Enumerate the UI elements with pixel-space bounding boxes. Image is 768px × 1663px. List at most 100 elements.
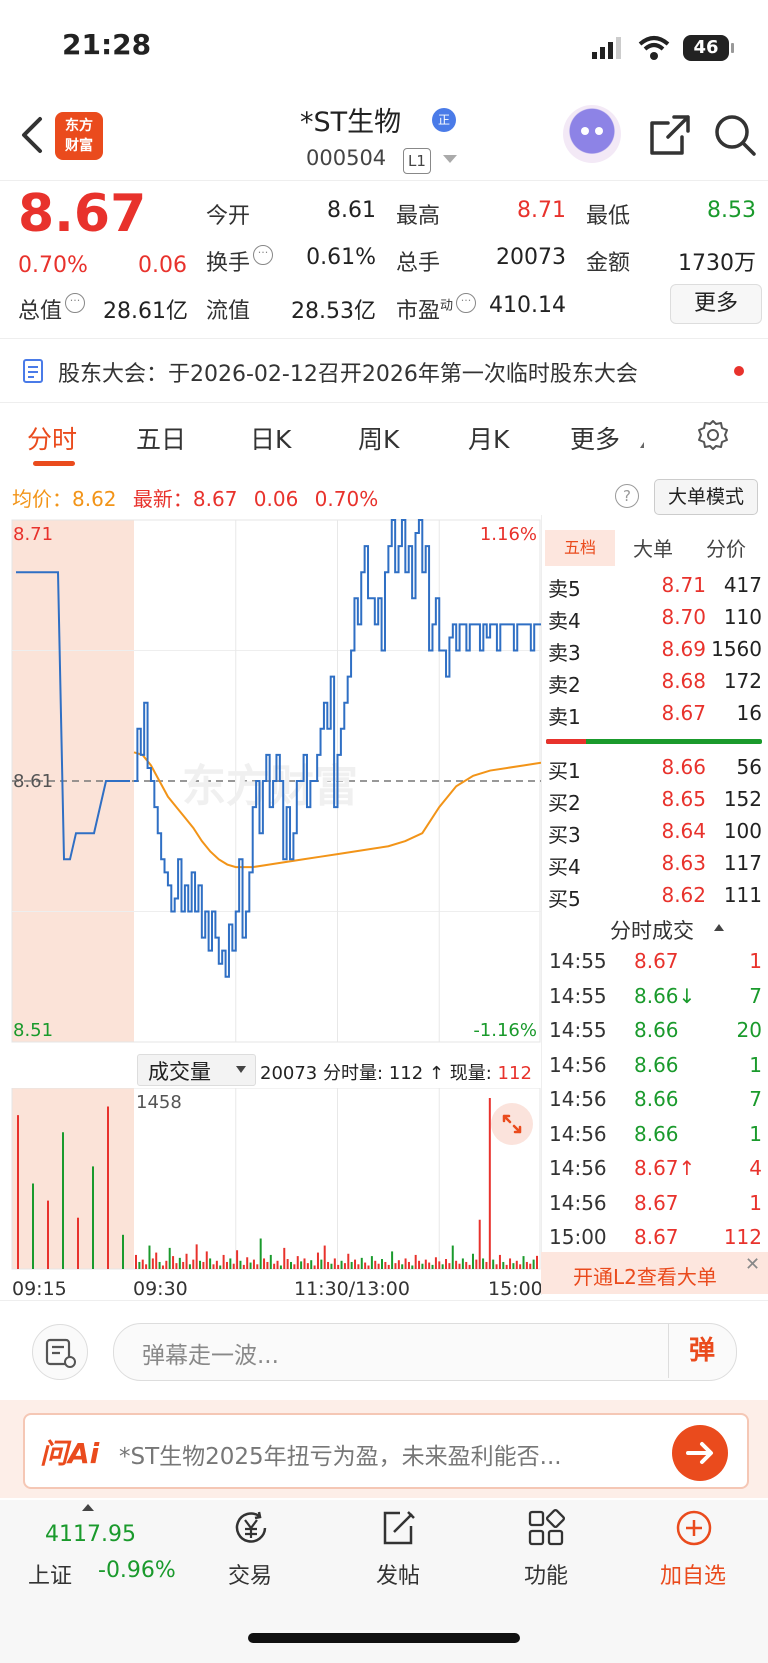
low-label: 最低 — [586, 204, 631, 229]
index-change[interactable]: -0.96% — [98, 1558, 176, 1583]
bid-price: 8.62 — [661, 883, 706, 907]
chevron-down-icon — [636, 442, 644, 448]
tab-five-day[interactable]: 五日 — [136, 420, 186, 456]
share-icon[interactable] — [648, 113, 692, 157]
tick-volume: 7 — [749, 983, 762, 1008]
low-value: 8.53 — [707, 198, 756, 223]
chevron-up-icon[interactable] — [82, 1504, 94, 1511]
index-value[interactable]: 4117.95 — [45, 1522, 136, 1547]
nav-post[interactable]: 发帖 — [353, 1558, 443, 1590]
time-label-1500: 15:00 — [488, 1278, 543, 1300]
ask-price: 8.69 — [661, 637, 706, 661]
volume-info: 20073 分时量: 112 ↑ 现量: 112 — [260, 1063, 532, 1084]
bid-volume: 100 — [723, 819, 762, 843]
divider — [0, 1300, 768, 1301]
chevron-up-icon[interactable] — [714, 924, 724, 931]
tab-intraday[interactable]: 分时 — [27, 420, 77, 456]
tick-time: 14:56 — [549, 1087, 607, 1111]
y-mid-label: 8.61 — [13, 771, 53, 792]
bid-volume: 56 — [736, 755, 762, 779]
bid-price: 8.64 — [661, 819, 706, 843]
danmu-list-icon[interactable] — [32, 1324, 88, 1380]
amount-value: 1730万 — [678, 251, 756, 276]
robot-assistant-icon[interactable] — [563, 105, 621, 163]
current-price: 8.67 — [18, 184, 147, 244]
ask-volume: 1560 — [711, 637, 762, 661]
ticks-title[interactable]: 分时成交 — [610, 915, 694, 945]
eastmoney-logo[interactable]: 东方 财富 — [55, 112, 103, 160]
tick-volume: 112 — [723, 1225, 762, 1249]
tick-time: 14:56 — [549, 1052, 607, 1077]
chevron-down-icon[interactable] — [443, 155, 457, 163]
nav-add-watchlist[interactable]: 加自选 — [648, 1558, 738, 1590]
unread-dot — [734, 366, 744, 376]
volume-chart: 1458 — [11, 1088, 541, 1270]
nav-functions[interactable]: 功能 — [501, 1558, 591, 1590]
tab-weekly-k[interactable]: 周K — [358, 420, 399, 456]
divider — [0, 180, 768, 181]
tab-daily-k[interactable]: 日K — [250, 420, 291, 456]
expand-icon[interactable] — [491, 1103, 533, 1145]
chevron-down-icon[interactable] — [236, 1066, 246, 1073]
change-percent: 0.70% — [18, 253, 88, 278]
edit-icon[interactable] — [378, 1508, 418, 1548]
ask-price: 8.67 — [661, 701, 706, 725]
tab-big-orders[interactable]: 大单 — [633, 533, 673, 562]
close-icon[interactable]: ✕ — [745, 1254, 760, 1275]
bid-label: 买5 — [548, 887, 581, 911]
l2-banner-text[interactable]: 开通L2查看大单 — [573, 1261, 717, 1290]
more-dots-icon: ··· — [65, 293, 86, 313]
nav-trade[interactable]: 交易 — [205, 1558, 295, 1590]
intraday-chart[interactable]: 东方财富8.718.618.511.16%-1.16% — [0, 518, 541, 1050]
grid-icon[interactable] — [526, 1508, 566, 1548]
high-value: 8.71 — [517, 198, 566, 223]
search-icon[interactable] — [712, 112, 758, 158]
tab-monthly-k[interactable]: 月K — [468, 420, 509, 456]
document-icon — [23, 359, 43, 383]
amount-label: 金额 — [586, 251, 631, 276]
tick-volume: 1 — [749, 1052, 762, 1077]
stock-title: *ST生物 — [300, 107, 402, 138]
plus-circle-icon[interactable] — [674, 1508, 714, 1548]
ask-price: 8.68 — [661, 669, 706, 693]
arrow-right-icon[interactable] — [672, 1425, 728, 1481]
ask-volume: 110 — [723, 605, 762, 629]
gear-icon[interactable] — [697, 419, 729, 451]
verified-badge: 正 — [432, 108, 456, 132]
float-cap-value: 28.53亿 — [291, 299, 376, 324]
tick-time: 14:55 — [549, 1018, 607, 1042]
divider — [0, 402, 768, 403]
change-amount: 0.06 — [138, 253, 187, 278]
auction-shade — [12, 1088, 134, 1269]
tab-order-book[interactable]: 五档 — [545, 530, 615, 566]
index-name[interactable]: 上证 — [28, 1558, 72, 1590]
yen-icon[interactable] — [231, 1508, 271, 1548]
home-indicator — [248, 1633, 520, 1643]
tick-time: 14:56 — [549, 1156, 607, 1180]
tick-time: 14:56 — [549, 1190, 607, 1215]
ask-price: 8.71 — [661, 573, 706, 597]
volume-value: 20073 — [496, 245, 566, 270]
turnover-value: 0.61% — [306, 245, 376, 270]
float-cap-label: 流值 — [206, 299, 251, 324]
ai-question-text[interactable]: *ST生物2025年扭亏为盈，未来盈利能否... — [119, 1437, 649, 1471]
danmu-placeholder[interactable]: 弹幕走一波... — [142, 1336, 279, 1370]
big-order-mode-button[interactable]: 大单模式 — [654, 479, 758, 515]
tab-price-dist[interactable]: 分价 — [706, 533, 746, 562]
back-icon[interactable] — [18, 115, 46, 155]
volume-max-label: 1458 — [136, 1092, 182, 1113]
more-button[interactable]: 更多 — [670, 284, 762, 324]
notice-text[interactable]: 股东大会：于2026-02-12召开2026年第一次临时股东大会 — [58, 356, 638, 388]
divider — [0, 338, 768, 339]
level-badge[interactable]: L1 — [403, 148, 431, 174]
tick-price: 8.66 — [634, 1087, 679, 1111]
ask-label: 卖1 — [548, 705, 581, 729]
tick-price: 8.67↑ — [634, 1156, 696, 1180]
bid-price: 8.66 — [661, 755, 706, 779]
tick-price: 8.66 — [634, 1121, 679, 1146]
total-cap-value: 28.61亿 — [103, 299, 188, 324]
volume-selector-label[interactable]: 成交量 — [148, 1056, 211, 1086]
danmu-send-button[interactable]: 弹 — [668, 1324, 735, 1378]
tab-more[interactable]: 更多 — [570, 420, 620, 456]
help-icon[interactable]: ? — [615, 484, 639, 508]
